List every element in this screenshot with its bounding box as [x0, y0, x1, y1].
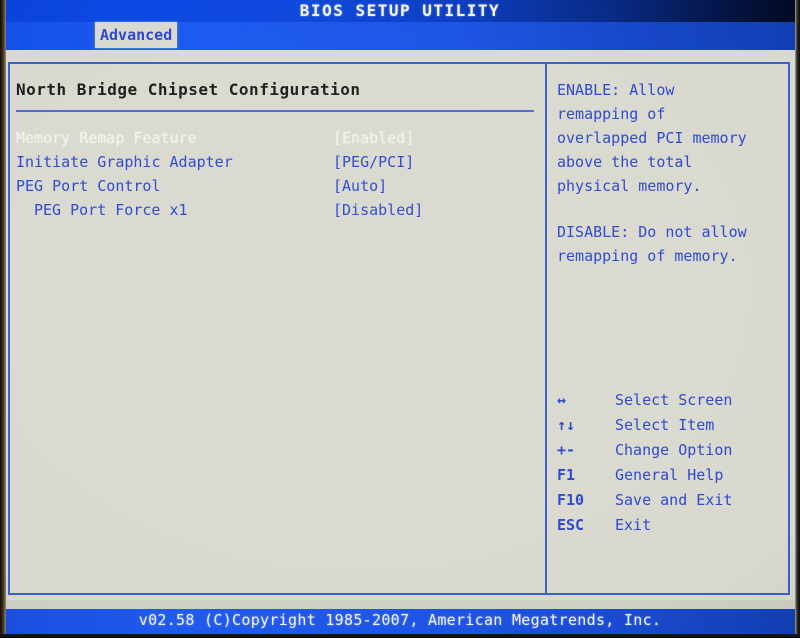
footer-bar: v02.58 (C)Copyright 1985-2007, American …	[0, 609, 800, 634]
setting-value[interactable]: [PEG/PCI]	[333, 150, 414, 174]
setting-value[interactable]: [Auto]	[333, 174, 387, 198]
title-bar: BIOS SETUP UTILITY	[0, 0, 800, 22]
help-text: ENABLE: Allow remapping of overlapped PCI …	[557, 78, 790, 268]
key-description: Select Screen	[615, 391, 733, 409]
key-glyph: ↑↓	[557, 416, 576, 434]
setting-row[interactable]: PEG Port Control [Auto]	[16, 174, 540, 198]
pane-divider	[545, 62, 547, 595]
tab-advanced[interactable]: Advanced	[95, 22, 178, 48]
setting-value[interactable]: [Disabled]	[333, 198, 423, 222]
section-divider	[16, 110, 534, 112]
photo-edge-left	[0, 0, 6, 638]
key-glyph: +-	[557, 441, 576, 459]
setting-label: PEG Port Force x1	[34, 201, 188, 219]
key-glyph: F1	[557, 466, 576, 484]
setting-row[interactable]: PEG Port Force x1 [Disabled]	[16, 198, 540, 222]
setting-row[interactable]: Memory Remap Feature [Enabled]	[16, 126, 540, 150]
help-paragraph-gap	[557, 198, 790, 220]
help-line: remapping of	[557, 105, 666, 123]
help-line: overlapped PCI memory	[557, 129, 747, 147]
setting-label: PEG Port Control	[16, 177, 161, 195]
help-line: physical memory.	[557, 177, 702, 195]
menu-tab-strip: Advanced	[0, 22, 800, 50]
settings-list: Memory Remap Feature [Enabled] Initiate Gr…	[16, 126, 540, 222]
section-title: North Bridge Chipset Configuration	[16, 80, 361, 99]
key-legend-row: F10 Save and Exit	[557, 488, 790, 513]
help-line: ENABLE: Allow	[557, 81, 675, 99]
key-glyph: ↔	[557, 391, 567, 409]
key-glyph: ESC	[557, 516, 585, 534]
footer-gap	[0, 600, 800, 609]
key-legend-row: ↑↓ Select Item	[557, 413, 790, 438]
help-line: DISABLE: Do not allow	[557, 223, 747, 241]
setting-value[interactable]: [Enabled]	[333, 126, 414, 150]
photo-edge-bottom	[0, 634, 800, 638]
photo-edge-right	[795, 0, 800, 638]
key-description: Exit	[615, 516, 652, 534]
key-glyph: F10	[557, 491, 585, 509]
setting-row[interactable]: Initiate Graphic Adapter [PEG/PCI]	[16, 150, 540, 174]
key-description: Save and Exit	[615, 491, 733, 509]
key-legend-row: F1 General Help	[557, 463, 790, 488]
key-description: Select Item	[615, 416, 715, 434]
key-legend-row: ESC Exit	[557, 513, 790, 538]
key-description: Change Option	[615, 441, 733, 459]
key-legend-row: +- Change Option	[557, 438, 790, 463]
key-legend: ↔ Select Screen ↑↓ Select Item +- Change Opti…	[557, 388, 790, 538]
help-pane: ENABLE: Allow remapping of overlapped PCI …	[557, 72, 790, 587]
key-legend-row: ↔ Select Screen	[557, 388, 790, 413]
settings-pane: North Bridge Chipset Configuration Memor…	[16, 72, 540, 587]
copyright-text: v02.58 (C)Copyright 1985-2007, American …	[138, 611, 662, 629]
help-line: remapping of memory.	[557, 247, 738, 265]
setting-label: Initiate Graphic Adapter	[16, 153, 233, 171]
setting-label: Memory Remap Feature	[16, 129, 197, 147]
key-description: General Help	[615, 466, 724, 484]
help-line: above the total	[557, 153, 693, 171]
bios-setup-screen: BIOS SETUP UTILITY Advanced North Bridge…	[0, 0, 800, 638]
page-title: BIOS SETUP UTILITY	[299, 1, 501, 20]
